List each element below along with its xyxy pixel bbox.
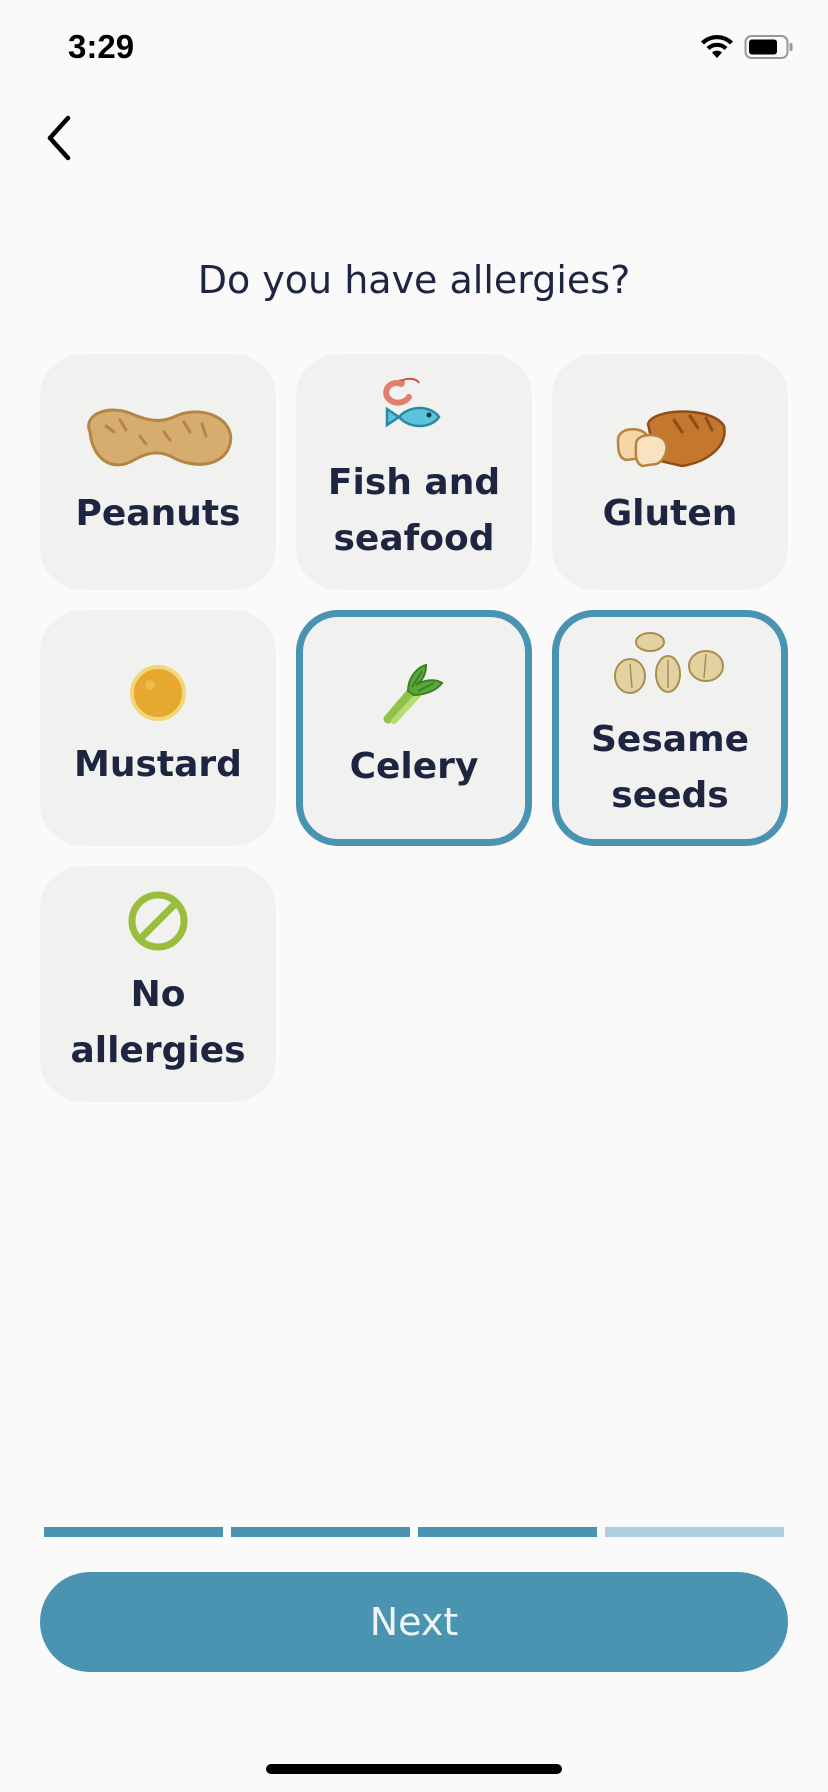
status-time: 3:29	[68, 28, 135, 65]
option-label: Sesame seeds	[591, 719, 749, 816]
chevron-left-icon	[44, 115, 74, 165]
progress-segment	[418, 1527, 597, 1537]
no-allergies-icon	[126, 889, 190, 957]
option-label: Celery	[349, 746, 479, 787]
page-title: Do you have allergies?	[197, 258, 631, 302]
option-label: Gluten	[602, 493, 738, 534]
option-celery[interactable]: Celery	[296, 610, 532, 846]
next-button[interactable]: Next	[40, 1572, 788, 1672]
step-progress	[44, 1527, 784, 1537]
celery-icon	[382, 661, 446, 729]
back-button[interactable]	[34, 110, 84, 170]
status-icons	[700, 34, 794, 64]
wifi-icon	[700, 34, 734, 64]
fish-seafood-icon	[379, 377, 449, 445]
option-label: Fish and seafood	[327, 462, 501, 559]
progress-segment	[605, 1527, 784, 1537]
progress-segment	[44, 1527, 223, 1537]
allergy-options-grid: Peanuts Fish and seafood Gluten Mustard …	[40, 354, 790, 1102]
option-peanuts[interactable]: Peanuts	[40, 354, 276, 590]
home-indicator	[266, 1764, 562, 1774]
peanut-icon	[80, 402, 236, 476]
battery-icon	[744, 34, 794, 64]
option-mustard[interactable]: Mustard	[40, 610, 276, 846]
option-no-allergies[interactable]: No allergies	[40, 866, 276, 1102]
option-sesame-seeds[interactable]: Sesame seeds	[552, 610, 788, 846]
progress-segment	[231, 1527, 410, 1537]
bread-icon	[612, 402, 728, 476]
sesame-seeds-icon	[614, 632, 726, 702]
option-gluten[interactable]: Gluten	[552, 354, 788, 590]
option-label: Mustard	[74, 744, 242, 785]
allergies-screen: 3:29 Do you have allergies? Peanuts Fish…	[0, 0, 828, 1792]
option-fish-and-seafood[interactable]: Fish and seafood	[296, 354, 532, 590]
option-label: Peanuts	[75, 493, 241, 534]
mustard-icon	[128, 663, 188, 727]
option-label: No allergies	[70, 974, 246, 1071]
